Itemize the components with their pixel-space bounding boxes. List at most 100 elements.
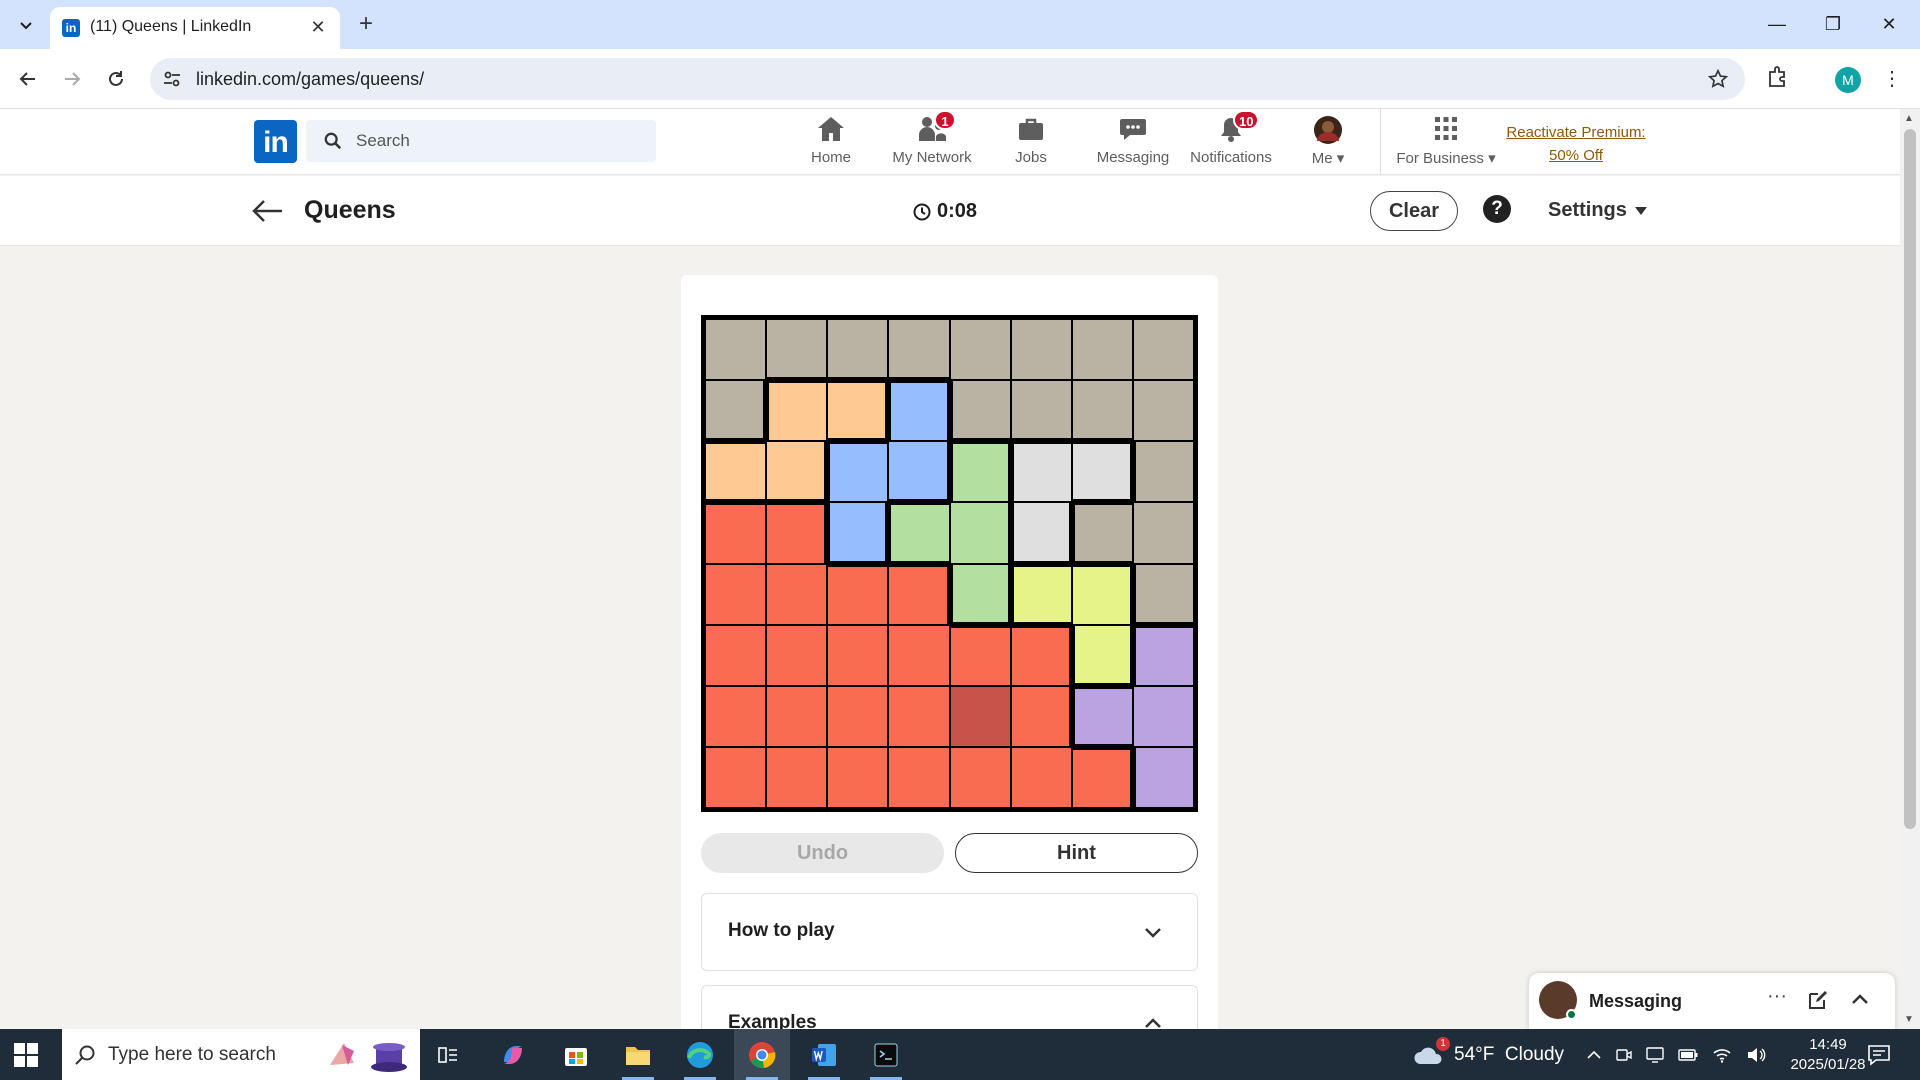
nav-me[interactable]: Me ▾ [1305, 115, 1351, 171]
window-minimize-button[interactable]: — [1757, 8, 1797, 40]
board-cell[interactable] [1011, 564, 1071, 624]
board-cell[interactable] [1011, 747, 1071, 807]
board-cell[interactable] [828, 381, 888, 441]
edge-browser-icon[interactable] [672, 1029, 728, 1080]
window-restore-button[interactable]: ❐ [1813, 8, 1853, 40]
notification-center-icon[interactable] [1866, 1042, 1892, 1068]
scrollbar-thumb[interactable] [1904, 129, 1916, 829]
terminal-app-icon[interactable] [858, 1029, 914, 1080]
board-cell[interactable] [1133, 442, 1193, 502]
scroll-down-icon[interactable]: ▼ [1904, 1014, 1914, 1025]
tab-search-button[interactable] [12, 11, 40, 39]
linkedin-search[interactable] [306, 120, 656, 162]
board-cell[interactable] [1072, 320, 1132, 380]
tab-close-icon[interactable]: ✕ [308, 17, 328, 37]
board-cell[interactable] [1133, 625, 1193, 685]
board-cell[interactable] [767, 442, 827, 502]
board-cell[interactable] [1072, 442, 1132, 502]
scroll-up-icon[interactable]: ▲ [1904, 113, 1914, 124]
board-cell[interactable] [889, 442, 949, 502]
nav-notifications[interactable]: 10 Notifications [1187, 110, 1275, 171]
forward-button[interactable] [56, 63, 88, 95]
board-cell[interactable] [1072, 747, 1132, 807]
board-cell[interactable] [1072, 686, 1132, 746]
board-cell[interactable] [1133, 686, 1193, 746]
bookmark-star-icon[interactable] [1707, 68, 1729, 90]
board-cell[interactable] [1072, 503, 1132, 563]
board-cell[interactable] [767, 747, 827, 807]
board-cell[interactable] [889, 686, 949, 746]
board-cell[interactable] [706, 564, 766, 624]
url-text[interactable]: linkedin.com/games/queens/ [196, 69, 424, 90]
board-cell[interactable] [950, 381, 1010, 441]
board-cell[interactable] [828, 564, 888, 624]
board-cell[interactable] [889, 747, 949, 807]
chevron-up-icon[interactable] [1849, 989, 1871, 1011]
board-cell[interactable] [767, 320, 827, 380]
undo-button[interactable]: Undo [701, 833, 944, 873]
board-cell[interactable] [1072, 564, 1132, 624]
board-cell[interactable] [767, 686, 827, 746]
board-cell[interactable] [828, 625, 888, 685]
board-cell[interactable] [706, 320, 766, 380]
board-cell[interactable] [1011, 381, 1071, 441]
board-cell[interactable] [767, 503, 827, 563]
board-cell[interactable] [889, 625, 949, 685]
browser-menu-icon[interactable]: ⋮ [1882, 64, 1902, 94]
board-cell[interactable] [1072, 625, 1132, 685]
weather-widget[interactable]: 1 54°F Cloudy [1412, 1029, 1564, 1080]
reload-button[interactable] [100, 63, 132, 95]
board-cell[interactable] [950, 625, 1010, 685]
reactivate-premium-link[interactable]: Reactivate Premium: 50% Off [1490, 121, 1662, 167]
board-cell[interactable] [1011, 686, 1071, 746]
meet-now-icon[interactable] [1616, 1047, 1632, 1063]
board-cell[interactable] [767, 625, 827, 685]
board-cell[interactable] [950, 686, 1010, 746]
board-cell[interactable] [706, 503, 766, 563]
board-cell[interactable] [1133, 381, 1193, 441]
board-cell[interactable] [950, 442, 1010, 502]
board-cell[interactable] [767, 381, 827, 441]
search-input[interactable] [356, 120, 646, 162]
board-cell[interactable] [706, 747, 766, 807]
volume-icon[interactable] [1746, 1047, 1766, 1063]
examples-accordion[interactable]: Examples [701, 985, 1198, 1035]
board-cell[interactable] [1133, 320, 1193, 380]
board-cell[interactable] [1011, 503, 1071, 563]
board-cell[interactable] [1011, 442, 1071, 502]
messaging-title[interactable]: Messaging [1589, 991, 1682, 1012]
settings-button[interactable]: Settings [1548, 199, 1647, 222]
address-bar[interactable]: linkedin.com/games/queens/ [150, 58, 1745, 100]
board-cell[interactable] [1072, 381, 1132, 441]
how-to-play-accordion[interactable]: How to play [701, 893, 1198, 971]
page-scrollbar[interactable]: ▲ ▼ [1900, 109, 1920, 1029]
microsoft-store-icon[interactable] [548, 1029, 604, 1080]
board-cell[interactable] [706, 686, 766, 746]
compose-icon[interactable] [1807, 989, 1829, 1011]
windows-start-icon[interactable] [14, 1043, 38, 1067]
board-cell[interactable] [706, 625, 766, 685]
task-view-icon[interactable] [420, 1029, 476, 1080]
nav-my-network[interactable]: 1 My Network [887, 110, 977, 171]
browser-tab-active[interactable]: in (11) Queens | LinkedIn ✕ [50, 7, 340, 49]
more-options-icon[interactable]: ··· [1767, 985, 1787, 1008]
board-cell[interactable] [1133, 503, 1193, 563]
help-icon[interactable]: ? [1483, 195, 1511, 223]
file-explorer-icon[interactable] [610, 1029, 666, 1080]
back-arrow-icon[interactable] [250, 196, 284, 226]
clear-button[interactable]: Clear [1370, 191, 1458, 231]
site-settings-icon[interactable] [162, 69, 182, 89]
nav-jobs[interactable]: Jobs [1011, 115, 1051, 171]
board-cell[interactable] [889, 503, 949, 563]
chrome-browser-icon[interactable] [734, 1029, 790, 1080]
wifi-icon[interactable] [1712, 1047, 1732, 1063]
back-button[interactable] [12, 63, 44, 95]
board-cell[interactable] [889, 564, 949, 624]
word-icon[interactable] [796, 1029, 852, 1080]
extensions-puzzle-icon[interactable] [1765, 64, 1791, 90]
messaging-overlay[interactable]: Messaging ··· [1529, 973, 1895, 1029]
board-cell[interactable] [889, 320, 949, 380]
nav-for-business[interactable]: For Business ▾ [1394, 115, 1498, 171]
hint-button[interactable]: Hint [955, 833, 1198, 873]
board-cell[interactable] [889, 381, 949, 441]
